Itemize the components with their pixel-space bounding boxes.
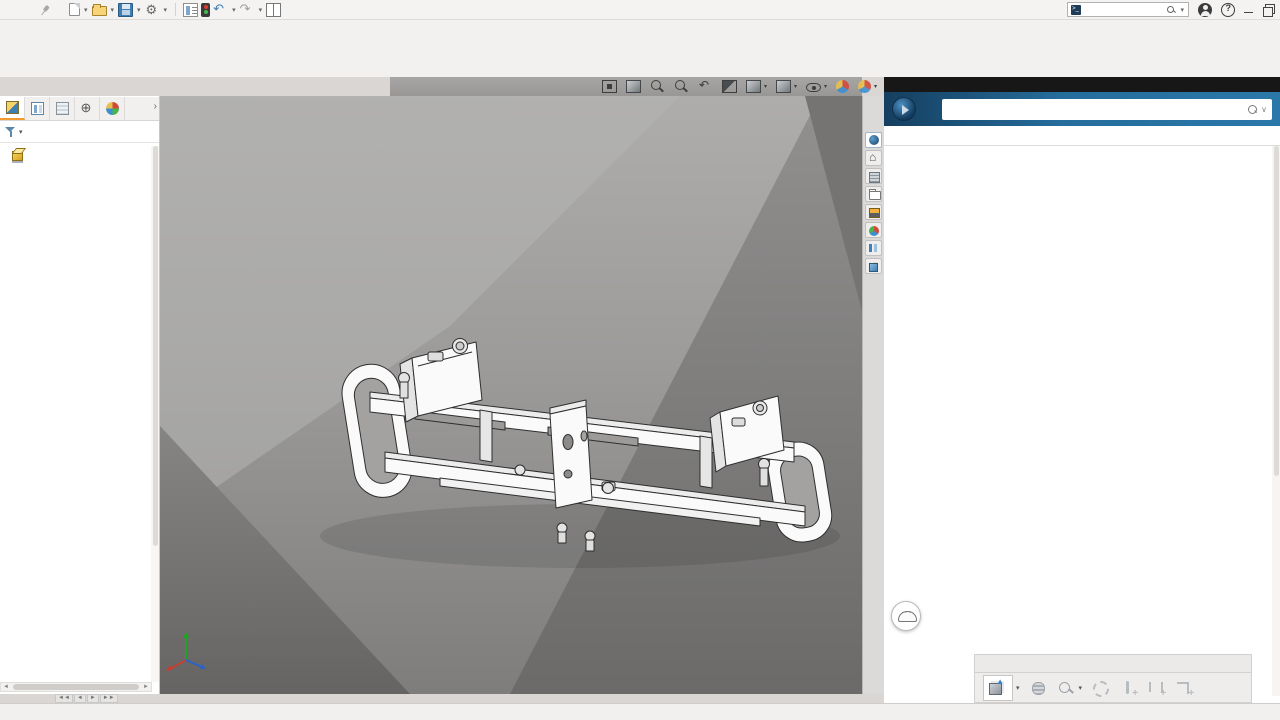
view-orientation-icon[interactable]	[746, 80, 761, 93]
browser-sphere-icon[interactable]	[865, 222, 882, 238]
3dexperience-panel-header	[884, 77, 1280, 92]
feature-manager-panel: › ▾ ◄ ►	[0, 96, 160, 694]
tree-vertical-scrollbar[interactable]	[151, 146, 159, 682]
assistant-helmet-button[interactable]	[891, 601, 921, 631]
filter-chevron-icon[interactable]: ▾	[19, 128, 23, 136]
edit-appearance-icon[interactable]	[836, 80, 849, 93]
property-manager-icon	[31, 102, 44, 115]
scroll-right-icon[interactable]: ►	[141, 684, 151, 690]
split-window-icon[interactable]	[266, 3, 281, 17]
previous-view-icon[interactable]	[698, 80, 713, 93]
tab-property-manager[interactable]	[25, 97, 50, 120]
home-icon[interactable]	[865, 150, 882, 166]
restore-button[interactable]	[1263, 4, 1274, 15]
appearances-icon	[106, 102, 119, 115]
explore-icon[interactable]	[1058, 680, 1076, 696]
orientation-triad	[163, 628, 209, 672]
lifecycle-tabs	[974, 654, 1252, 672]
lifecycle-toolbar: ▾ ▾	[974, 654, 1252, 703]
rebuild-traffic-light-icon[interactable]	[201, 3, 210, 17]
search-commands-input[interactable]: ▾	[1067, 2, 1189, 17]
list-view-icon[interactable]	[865, 240, 882, 256]
panel-search-input[interactable]: ∨	[942, 99, 1272, 120]
zoom-to-area-icon[interactable]	[626, 80, 641, 93]
filter-funnel-icon[interactable]	[5, 126, 16, 137]
feature-tree	[0, 146, 150, 682]
add-revision-icon[interactable]	[1120, 680, 1138, 696]
configurations-icon	[56, 102, 69, 115]
status-bar	[0, 703, 1280, 720]
new-document-icon[interactable]	[69, 3, 80, 16]
panel-search-chevron-icon[interactable]: ∨	[1261, 105, 1267, 114]
graphics-viewport[interactable]	[160, 96, 862, 694]
component-table-header	[884, 126, 1280, 146]
document-view-tabs: ◄◄ ◄ ► ►►	[0, 694, 884, 703]
hide-show-items-icon[interactable]	[806, 83, 821, 92]
3dexperience-compass-icon[interactable]	[892, 97, 916, 121]
open-icon[interactable]	[92, 6, 107, 16]
tab-dimxpert[interactable]	[75, 97, 100, 120]
feature-manager-tabs: ›	[0, 97, 159, 121]
compass-icon[interactable]	[865, 132, 882, 148]
scroll-left-icon[interactable]: ◄	[1, 684, 11, 690]
undo-icon[interactable]	[213, 3, 228, 17]
options-gear-icon[interactable]	[145, 3, 160, 17]
titlebar-right: ▾	[1067, 2, 1274, 17]
heads-up-view-toolbar: ▾ ▾ ▾ ▾ ▾	[390, 77, 862, 96]
title-bar: ▾ ▾ ▾ ▾ ▾ ▾ ▾	[0, 0, 1280, 20]
3dexperience-panel: ∨ ▾ ▾	[884, 92, 1280, 703]
tab-appearances[interactable]	[100, 97, 125, 120]
last-tab-icon[interactable]: ►►	[100, 694, 118, 703]
solidworks-window: ▾ ▾ ▾ ▾ ▾ ▾ ▾	[0, 0, 1280, 720]
flyout-expand-icon[interactable]: ›	[154, 101, 157, 112]
panel-search-icon[interactable]	[1248, 105, 1256, 113]
assembly-icon	[12, 148, 25, 160]
save-icon[interactable]	[118, 3, 133, 17]
refresh-icon[interactable]	[1092, 680, 1110, 696]
save-with-options-icon[interactable]	[983, 675, 1013, 701]
section-view-icon[interactable]	[722, 80, 737, 93]
apply-scene-icon[interactable]	[858, 80, 871, 93]
zoom-window-icon[interactable]	[674, 80, 689, 93]
command-manager-ribbon	[0, 20, 1280, 77]
new-branch-from-icon[interactable]	[1176, 680, 1194, 696]
assembly-tree-icon	[6, 101, 19, 114]
share-component-icon[interactable]	[865, 258, 882, 274]
prev-tab-icon[interactable]: ◄	[74, 694, 86, 703]
minimize-button[interactable]	[1244, 5, 1254, 15]
help-icon[interactable]	[1221, 3, 1235, 17]
mysession-bar: ∨	[884, 92, 1280, 126]
tab-configurations[interactable]	[50, 97, 75, 120]
first-tab-icon[interactable]: ◄◄	[55, 694, 73, 703]
panel-vertical-scrollbar[interactable]	[1272, 146, 1280, 696]
magnifier-icon[interactable]	[650, 80, 665, 93]
zoom-to-fit-icon[interactable]	[602, 80, 617, 93]
3d-model-view	[160, 96, 862, 694]
update-icon[interactable]	[1030, 680, 1048, 696]
tree-filter-bar: ▾	[0, 121, 159, 143]
tree-horizontal-scrollbar[interactable]: ◄ ►	[0, 682, 152, 692]
command-icon	[1071, 5, 1081, 15]
lifecycle-actions: ▾ ▾	[974, 672, 1252, 703]
pin-icon[interactable]	[37, 1, 54, 18]
new-branch-icon[interactable]	[1148, 680, 1166, 696]
search-icon[interactable]	[1167, 6, 1175, 14]
redo-icon[interactable]	[240, 3, 255, 17]
user-account-icon[interactable]	[1198, 3, 1212, 17]
dimxpert-icon	[81, 102, 94, 115]
file-properties-icon[interactable]	[183, 3, 198, 17]
folder-icon[interactable]	[865, 186, 882, 202]
tab-navigation-buttons: ◄◄ ◄ ► ►►	[55, 694, 118, 703]
feature-tree-root[interactable]	[0, 146, 150, 161]
component-table	[884, 146, 1272, 696]
3dexperience-side-toolbar	[862, 96, 884, 694]
next-tab-icon[interactable]: ►	[87, 694, 99, 703]
quick-access-toolbar: ▾ ▾ ▾ ▾ ▾ ▾	[69, 3, 281, 17]
tab-feature-tree[interactable]	[0, 97, 25, 120]
workbench-icon[interactable]	[865, 204, 882, 220]
scrollbar-thumb[interactable]	[13, 684, 139, 690]
display-style-icon[interactable]	[776, 80, 791, 93]
drawers-icon[interactable]	[865, 168, 882, 184]
